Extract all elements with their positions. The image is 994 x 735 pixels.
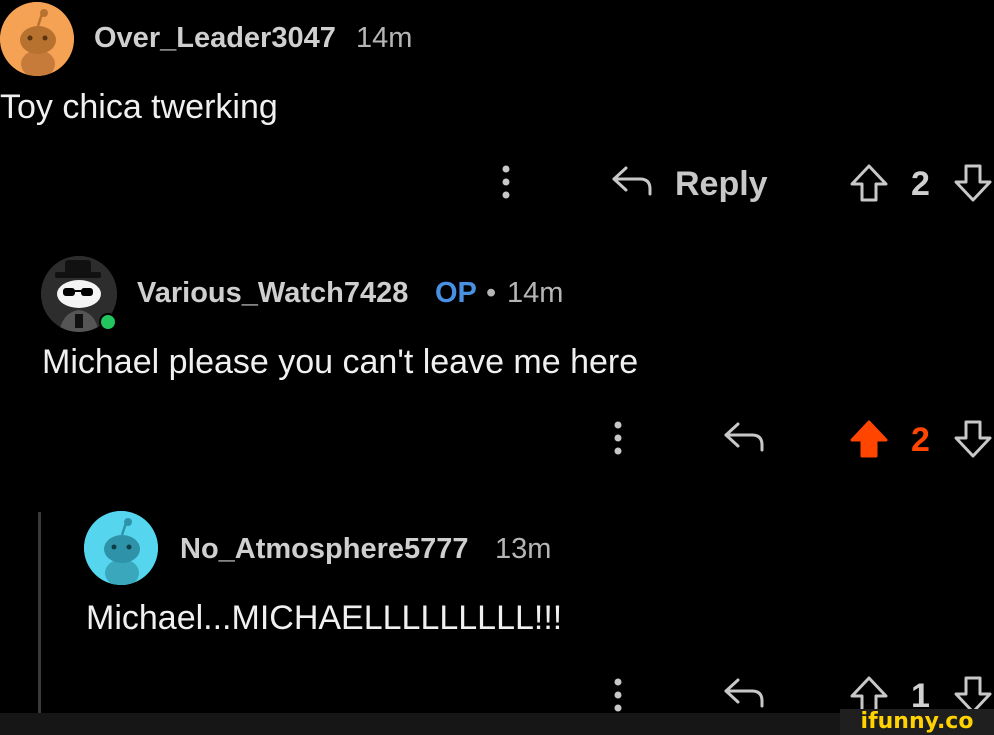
bottom-divider: [0, 713, 840, 735]
thread-indent-line[interactable]: [38, 512, 41, 715]
meta-separator: •: [486, 277, 497, 309]
more-vertical-icon[interactable]: [610, 420, 626, 458]
vote-score: 1: [911, 677, 930, 715]
comment-body: Michael please you can't leave me here: [42, 343, 639, 381]
snoo-orange-avatar-icon[interactable]: [0, 2, 74, 76]
comment-timestamp: 14m: [507, 277, 564, 309]
comment-body: Michael...MICHAELLLLLLLLL!!!: [86, 599, 563, 637]
comment-timestamp: 14m: [356, 22, 413, 54]
reply-arrow-icon[interactable]: [610, 164, 654, 198]
upvote-outline-icon[interactable]: [848, 163, 890, 203]
vote-score: 2: [911, 421, 930, 459]
more-vertical-icon[interactable]: [610, 677, 626, 715]
comment-body: Toy chica twerking: [0, 88, 278, 126]
comment-timestamp: 13m: [495, 533, 552, 565]
comment-username[interactable]: Over_Leader3047: [94, 24, 336, 53]
reply-arrow-icon[interactable]: [722, 676, 766, 710]
op-badge: OP: [435, 277, 477, 309]
reply-button[interactable]: Reply: [675, 167, 768, 201]
comment-username[interactable]: No_Atmosphere5777: [180, 535, 469, 564]
reply-arrow-icon[interactable]: [722, 420, 766, 454]
vote-score: 2: [911, 165, 930, 203]
comment-username[interactable]: Various_Watch7428: [137, 279, 408, 308]
downvote-outline-icon[interactable]: [952, 419, 994, 459]
downvote-outline-icon[interactable]: [952, 163, 994, 203]
snoo-teal-avatar-icon[interactable]: [84, 511, 158, 585]
upvote-filled-icon[interactable]: [848, 419, 890, 459]
more-vertical-icon[interactable]: [498, 164, 514, 202]
watermark-logo: ifunny.co: [840, 709, 994, 735]
online-status-dot: [99, 313, 117, 331]
